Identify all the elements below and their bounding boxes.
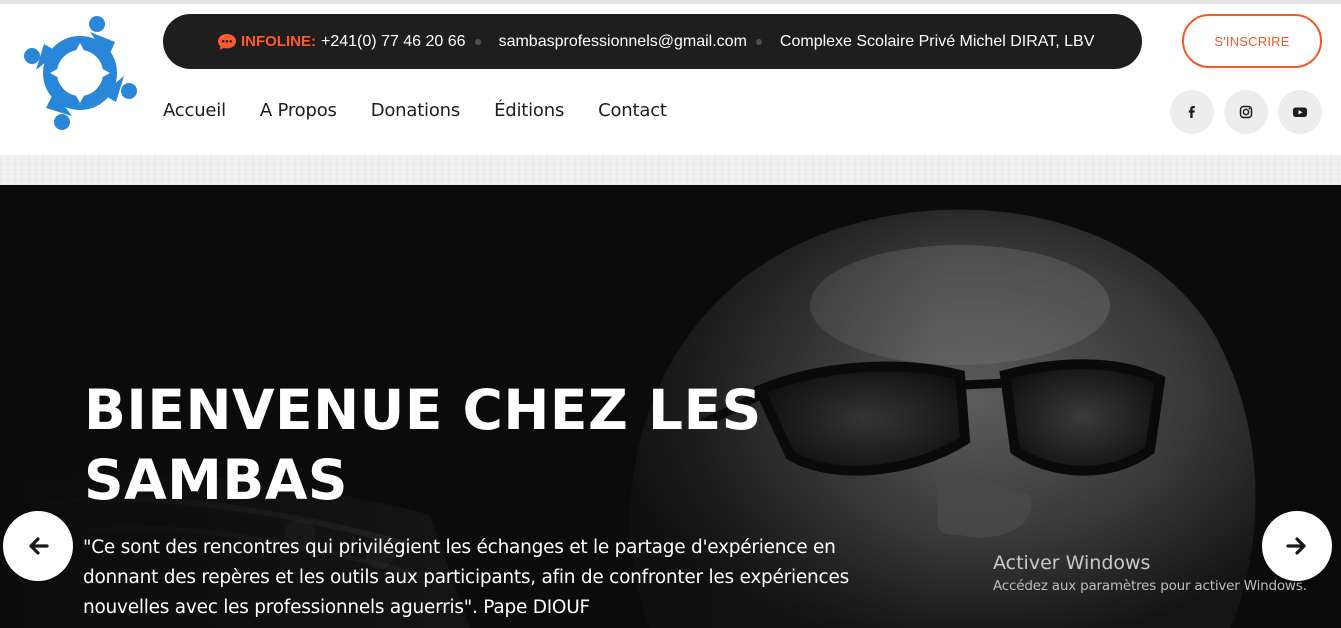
windows-activation-subtitle: Accédez aux paramètres pour activer Wind…: [993, 578, 1307, 594]
facebook-button[interactable]: [1170, 90, 1214, 134]
nav-item-a-propos[interactable]: A Propos: [260, 100, 337, 121]
infoline-label: INFOLINE:: [241, 33, 316, 50]
signup-button[interactable]: S'INSCRIRE: [1182, 14, 1322, 68]
facebook-icon: [1188, 106, 1195, 118]
chat-bubble-icon: [218, 33, 236, 50]
email-link[interactable]: sambasprofessionnels@gmail.com: [499, 33, 747, 51]
infoline: INFOLINE: +241(0) 77 46 20 66: [217, 33, 466, 51]
nav-item-accueil[interactable]: Accueil: [163, 100, 226, 121]
arrow-right-icon: [1286, 537, 1306, 555]
separator-dot: [755, 38, 762, 45]
phone-number[interactable]: +241(0) 77 46 20 66: [321, 33, 466, 51]
header-texture-strip: [0, 155, 1341, 185]
main-nav: Accueil A Propos Donations Éditions Cont…: [163, 100, 701, 121]
nav-item-contact[interactable]: Contact: [598, 100, 667, 121]
nav-item-editions[interactable]: Éditions: [494, 100, 564, 121]
hero-quote: "Ce sont des rencontres qui privilégient…: [83, 537, 849, 618]
address-text: Complexe Scolaire Privé Michel DIRAT, LB…: [779, 32, 1095, 50]
hero-title: BIENVENUE CHEZ LES SAMBAS: [84, 378, 762, 512]
hero-slider: BIENVENUE CHEZ LES SAMBAS "Ce sont des r…: [0, 185, 1341, 628]
instagram-icon: [1239, 105, 1253, 119]
windows-activation-title: Activer Windows: [993, 552, 1151, 574]
separator-dot: [474, 38, 481, 45]
site-header: INFOLINE: +241(0) 77 46 20 66 sambasprof…: [0, 4, 1341, 155]
nav-item-donations[interactable]: Donations: [371, 100, 461, 121]
arrow-left-icon: [29, 537, 49, 555]
contact-info-bar: INFOLINE: +241(0) 77 46 20 66 sambasprof…: [163, 14, 1142, 69]
instagram-button[interactable]: [1224, 90, 1268, 134]
slider-prev-button[interactable]: [3, 511, 73, 581]
slider-next-button[interactable]: [1262, 511, 1332, 581]
youtube-button[interactable]: [1278, 90, 1322, 134]
youtube-icon: [1293, 107, 1307, 117]
site-logo[interactable]: [20, 14, 140, 132]
